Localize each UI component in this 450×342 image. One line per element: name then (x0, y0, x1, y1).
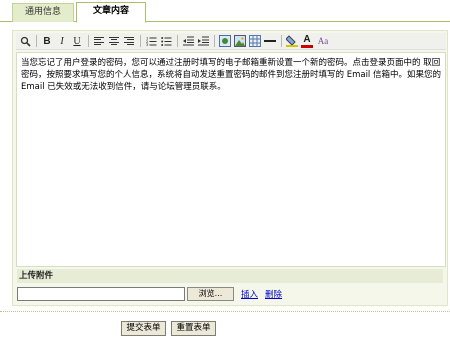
toolbar-separator (36, 35, 37, 47)
unordered-list-icon[interactable] (160, 35, 172, 47)
browse-button[interactable]: 浏览... (187, 287, 234, 301)
insert-image-icon[interactable] (234, 35, 246, 47)
align-center-icon[interactable] (108, 35, 120, 47)
delete-link[interactable]: 删除 (265, 288, 282, 300)
toolbar-separator (140, 35, 141, 47)
underline-button[interactable]: U (71, 35, 83, 47)
attachment-label: 上传附件 (17, 269, 443, 283)
font-color-icon[interactable]: A (301, 34, 313, 48)
font-size-icon[interactable]: Aa (316, 35, 330, 47)
attachment-row: 浏览... 插入 删除 (17, 286, 443, 302)
italic-button[interactable]: I (56, 35, 68, 47)
align-right-icon[interactable] (123, 35, 135, 47)
toolbar-separator (88, 35, 89, 47)
submit-button[interactable]: 提交表单 (121, 321, 166, 336)
horizontal-rule-icon[interactable] (264, 35, 276, 47)
svg-text:3: 3 (146, 43, 148, 46)
editor-toolbar: B I U 123 A Aa (16, 33, 446, 50)
align-left-icon[interactable] (93, 35, 105, 47)
indent-icon[interactable] (197, 35, 209, 47)
rich-text-editor[interactable]: 当您忘记了用户登录的密码，您可以通过注册时填写的电子邮箱重新设置一个新的密码。点… (16, 52, 446, 267)
content-panel: B I U 123 A Aa 当您忘记了用户登录的密码，您可以通过注册时填写的电… (12, 30, 448, 306)
highlight-color-icon[interactable] (286, 35, 298, 47)
bold-button[interactable]: B (41, 35, 53, 47)
ordered-list-icon[interactable]: 123 (145, 35, 157, 47)
toolbar-separator (281, 35, 282, 47)
reset-button[interactable]: 重置表单 (171, 321, 216, 336)
insert-table-icon[interactable] (249, 35, 261, 47)
footer-divider (0, 311, 450, 312)
insert-link-icon[interactable] (219, 35, 231, 47)
find-replace-icon[interactable] (19, 35, 31, 47)
file-path-input[interactable] (17, 287, 185, 301)
tab-general-info[interactable]: 通用信息 (12, 3, 74, 22)
outdent-icon[interactable] (182, 35, 194, 47)
toolbar-separator (177, 35, 178, 47)
tab-article-content[interactable]: 文章内容 (76, 2, 146, 23)
insert-link[interactable]: 插入 (241, 288, 258, 300)
tab-bar: 通用信息 文章内容 (0, 0, 450, 23)
toolbar-separator (214, 35, 215, 47)
